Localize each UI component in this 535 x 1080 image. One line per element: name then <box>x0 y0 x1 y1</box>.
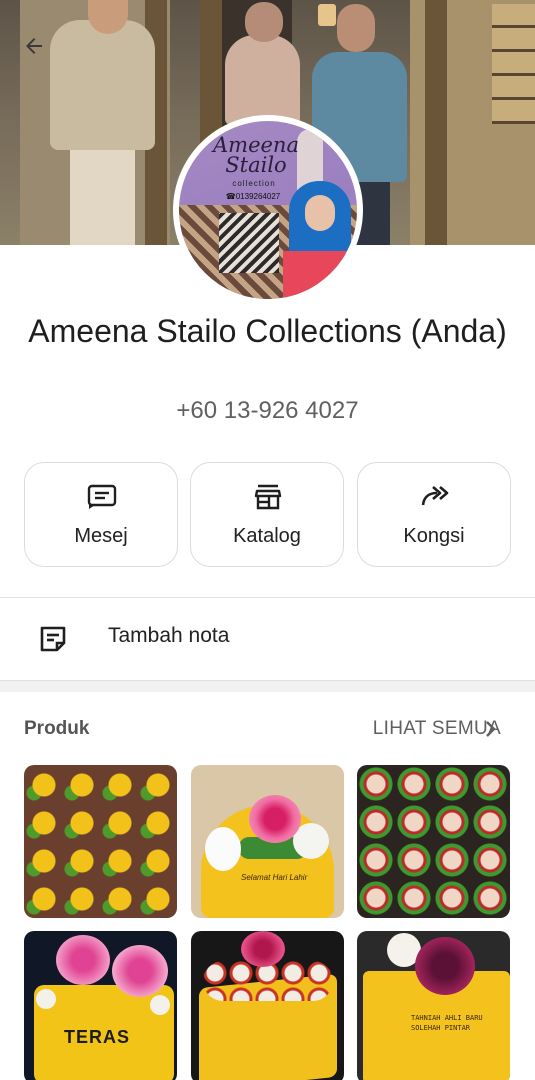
product-tile[interactable] <box>357 765 510 918</box>
forward-icon <box>421 486 449 506</box>
products-heading: Produk <box>24 718 90 739</box>
message-button[interactable]: Mesej <box>24 462 178 567</box>
note-add-icon <box>40 626 66 652</box>
share-label: Kongsi <box>403 525 465 547</box>
catalog-button[interactable]: Katalog <box>190 462 344 567</box>
product-tile[interactable]: TAHNIAH AHLI BARU SOLEHAH PINTAR <box>357 931 510 1080</box>
product-tile[interactable] <box>191 931 344 1080</box>
cake-inscription: Selamat Hari Lahir <box>241 873 308 882</box>
cake-inscription: TAHNIAH AHLI BARU SOLEHAH PINTAR <box>411 1014 483 1032</box>
product-tile[interactable]: Selamat Hari Lahir <box>191 765 344 918</box>
catalog-label: Katalog <box>233 525 301 547</box>
product-tile[interactable]: TERAS <box>24 931 177 1080</box>
message-label: Mesej <box>74 525 128 547</box>
share-button[interactable]: Kongsi <box>357 462 511 567</box>
avatar-phone-text: ☎0139264027 <box>225 192 281 201</box>
product-tile[interactable] <box>24 765 177 918</box>
storefront-icon <box>254 484 282 510</box>
avatar-brand-text: Ameena Stailo <box>213 133 299 177</box>
add-note-row[interactable]: Tambah nota <box>0 598 535 680</box>
add-note-label: Tambah nota <box>108 624 230 647</box>
back-arrow-icon[interactable] <box>22 34 46 58</box>
see-all-link[interactable]: LIHAT SEMUA <box>373 718 501 740</box>
profile-avatar[interactable]: Ameena Stailo collection ☎0139264027 <box>173 115 363 305</box>
profile-phone: +60 13-926 4027 <box>176 397 359 424</box>
cake-inscription: TERAS <box>64 1027 131 1047</box>
avatar-sub-text: collection <box>232 179 276 188</box>
message-icon <box>87 484 117 509</box>
chevron-right-icon[interactable] <box>484 718 498 740</box>
profile-name: Ameena Stailo Collections (Anda) <box>28 313 507 349</box>
section-separator <box>0 680 535 692</box>
